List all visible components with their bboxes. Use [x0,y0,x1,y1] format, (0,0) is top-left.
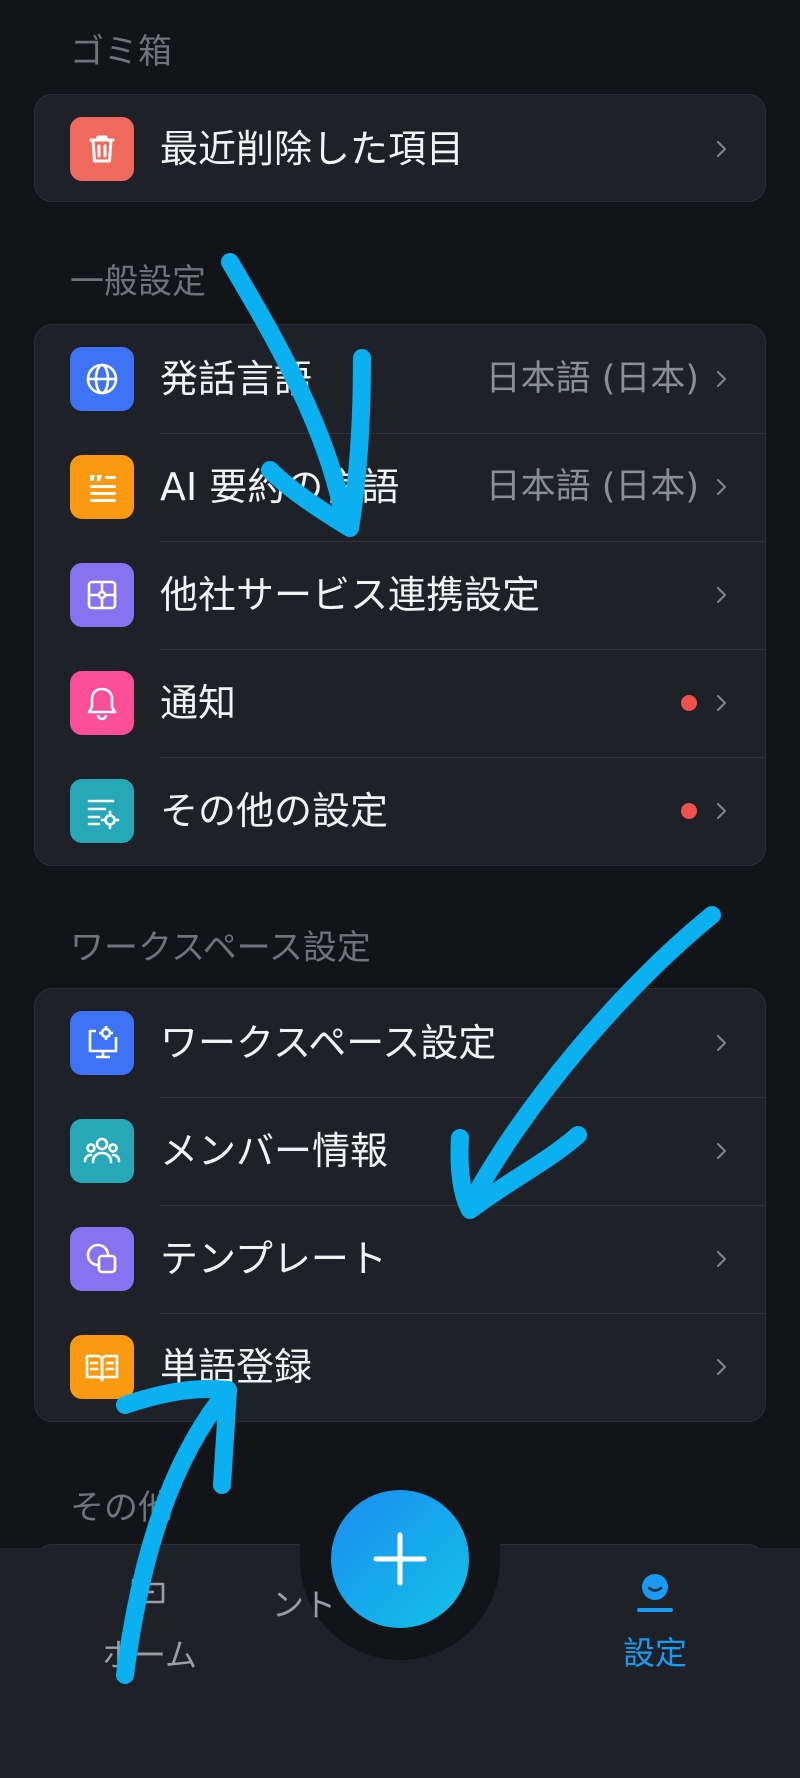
notification-badge [681,803,697,819]
chevron-right-icon [716,1142,727,1160]
settings-row-member-info[interactable]: メンバー情報 [35,1097,765,1205]
bell-icon [70,671,134,735]
row-label: 発話言語 [160,357,313,401]
trash-card: 最近削除した項目 [34,94,766,202]
row-label: 単語登録 [160,1345,313,1389]
puzzle-icon [70,563,134,627]
row-value: 日本語 (日本) [485,467,699,507]
row-label: テンプレート [160,1237,387,1281]
settings-row-integrations[interactable]: 他社サービス連携設定 [35,541,765,649]
settings-row-word-registration[interactable]: 単語登録 [35,1313,765,1421]
trash-icon [70,117,134,181]
settings-row-templates[interactable]: テンプレート [35,1205,765,1313]
chevron-right-icon [716,694,727,712]
add-button[interactable] [331,1490,469,1628]
section-title-trash: ゴミ箱 [70,32,172,72]
settings-row-recently-deleted[interactable]: 最近削除した項目 [35,95,765,201]
chevron-right-icon [716,478,727,496]
row-label: 他社サービス連携設定 [160,573,541,617]
notification-badge [681,695,697,711]
chevron-right-icon [716,1250,727,1268]
settings-row-ai-summary-language[interactable]: AI 要約の言語 日本語 (日本) [35,433,765,541]
row-label: 最近削除した項目 [160,127,465,171]
book-icon [70,1335,134,1399]
workspace-card: ワークスペース設定 メンバー情報 テンプレート 単語登録 [34,988,766,1422]
tab-settings-label: 設定 [623,1634,688,1672]
settings-row-speech-language[interactable]: 発話言語 日本語 (日本) [35,325,765,433]
chevron-right-icon [716,370,727,388]
monitor-gear-icon [70,1011,134,1075]
shapes-icon [70,1227,134,1291]
settings-row-notifications[interactable]: 通知 [35,649,765,757]
row-label: メンバー情報 [160,1129,389,1173]
settings-row-other-settings[interactable]: その他の設定 [35,757,765,865]
section-title-other: その他 [70,1488,172,1528]
members-icon [70,1119,134,1183]
chevron-right-icon [716,140,727,158]
row-label: その他の設定 [160,789,389,833]
settings-list-icon [70,779,134,843]
chevron-right-icon [716,1034,727,1052]
tab-settings[interactable]: 設定 [600,1570,710,1680]
chevron-right-icon [716,802,727,820]
row-value: 日本語 (日本) [485,359,699,399]
globe-icon [70,347,134,411]
general-card: 発話言語 日本語 (日本) AI 要約の言語 日本語 (日本) 他社サービス連携… [34,324,766,866]
settings-row-workspace-settings[interactable]: ワークスペース設定 [35,989,765,1097]
section-title-general: 一般設定 [70,262,206,302]
plus-icon [373,1532,427,1586]
row-label: ワークスペース設定 [160,1021,497,1065]
profile-icon [637,1574,673,1612]
row-label: AI 要約の言語 [160,465,400,509]
chevron-right-icon [716,586,727,604]
folder-icon [131,1578,165,1604]
row-label: 通知 [160,681,237,725]
tab-center-label: ント [272,1586,337,1624]
section-title-workspace: ワークスペース設定 [70,928,371,968]
tab-home[interactable]: ホーム [88,1570,208,1680]
chevron-right-icon [716,1358,727,1376]
tab-home-label: ホーム [102,1636,198,1674]
quote-text-icon [70,455,134,519]
